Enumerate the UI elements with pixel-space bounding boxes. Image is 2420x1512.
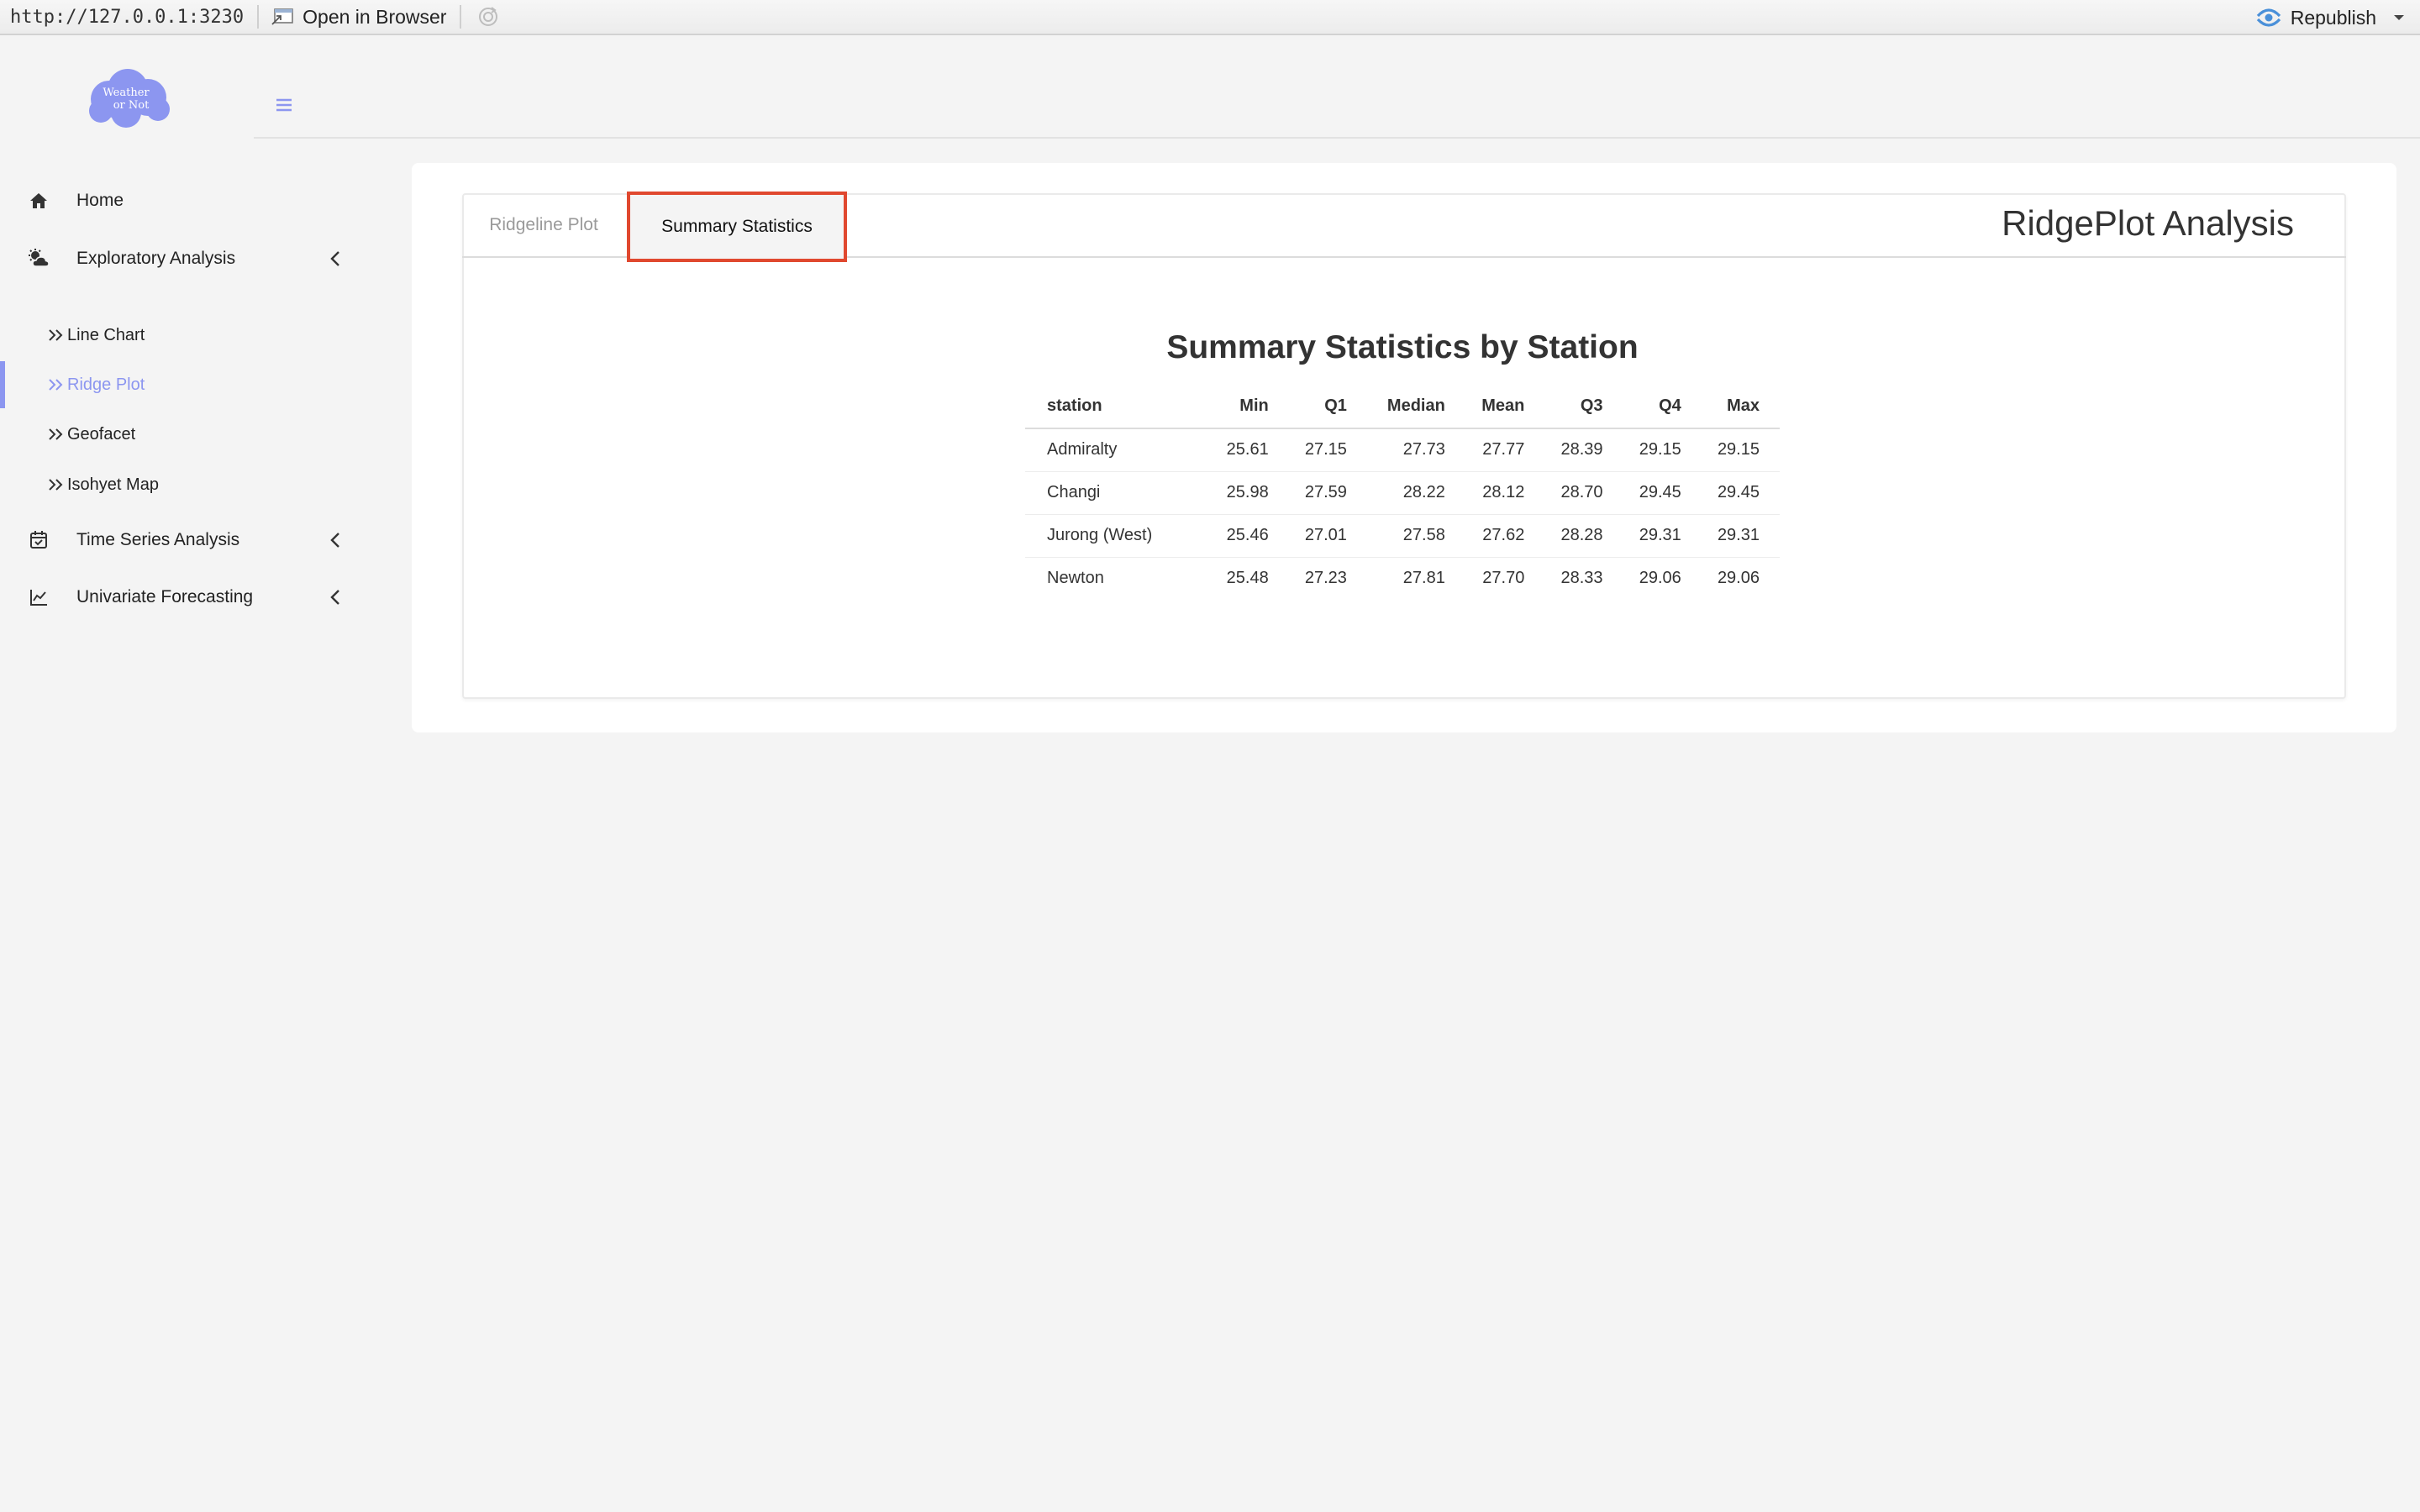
table-cell: 28.39 — [1544, 428, 1623, 472]
sidebar-item-label: Exploratory Analysis — [76, 249, 236, 268]
table-cell: 28.22 — [1366, 471, 1465, 515]
table-cell: 25.98 — [1210, 471, 1289, 515]
republish-button[interactable]: Republish — [2255, 0, 2407, 35]
table-cell: 27.15 — [1288, 428, 1367, 472]
sidebar-item-label: Time Series Analysis — [76, 530, 240, 549]
table-cell: 28.70 — [1544, 471, 1623, 515]
table-cell: Changi — [1025, 471, 1211, 515]
double-chevron-right-icon — [49, 329, 63, 341]
double-chevron-right-icon — [49, 428, 63, 440]
table-cell: 29.45 — [1623, 471, 1702, 515]
table-cell: 28.12 — [1465, 471, 1545, 515]
sidebar-subitem-line-chart[interactable]: Line Chart — [0, 312, 361, 359]
column-header: Median — [1366, 385, 1465, 429]
table-cell: 28.33 — [1560, 569, 1603, 588]
column-header: Mean — [1465, 385, 1545, 429]
table-cell: 29.31 — [1701, 514, 1780, 558]
sidebar-subitem-label: Ridge Plot — [67, 375, 145, 394]
table-row: Jurong (West) 25.46 27.01 27.58 27.62 28… — [1025, 514, 1780, 558]
table-row: Admiralty 25.61 27.15 27.73 27.77 28.39 … — [1025, 428, 1780, 472]
table-row: Changi 25.98 27.59 28.22 28.12 28.70 29.… — [1025, 471, 1780, 515]
table-cell: 29.06 — [1639, 569, 1681, 588]
table-cell: 27.70 — [1482, 569, 1525, 588]
sidebar-item-time-series-analysis[interactable]: Time Series Analysis — [0, 515, 361, 565]
republish-label: Republish — [2290, 6, 2376, 29]
table-cell: 25.48 — [1226, 569, 1269, 588]
table-row: Newton 25.48 27.23 27.81 27.70 28.33 29.… — [1025, 557, 1780, 600]
table-cell: 29.06 — [1717, 569, 1760, 588]
panel-title: RidgePlot Analysis — [2002, 203, 2294, 243]
sidebar-subitem-geofacet[interactable]: Geofacet — [0, 411, 361, 458]
column-header: Q3 — [1544, 385, 1623, 429]
url-label: http://127.0.0.1:3230 — [10, 6, 245, 28]
table-cell: 29.15 — [1701, 428, 1780, 472]
table-cell: 29.15 — [1623, 428, 1702, 472]
table-cell: 25.61 — [1210, 428, 1289, 472]
column-header: Min — [1210, 385, 1289, 429]
sidebar-item-label: Univariate Forecasting — [76, 587, 254, 606]
caret-down-icon[interactable] — [2391, 13, 2407, 23]
table-cell: 27.62 — [1465, 514, 1545, 558]
chevron-left-icon — [330, 251, 339, 266]
table-cell: Jurong (West) — [1025, 514, 1211, 558]
home-icon — [30, 193, 47, 208]
svg-text:or Not: or Not — [113, 99, 150, 112]
open-in-browser-label: Open in Browser — [302, 5, 447, 28]
sidebar-subitem-ridge-plot[interactable]: Ridge Plot — [0, 361, 361, 408]
column-header: station — [1025, 385, 1211, 429]
summary-statistics-table: station Min Q1 Median Mean Q3 Q4 Max Adm… — [1025, 385, 1780, 600]
refresh-icon[interactable] — [476, 5, 500, 29]
column-header: Q1 — [1288, 385, 1367, 429]
open-in-browser-icon — [271, 8, 293, 25]
column-header: Max — [1701, 385, 1780, 429]
table-cell: 29.31 — [1623, 514, 1702, 558]
cloud-sun-icon — [29, 249, 50, 267]
table-cell: 27.01 — [1288, 514, 1367, 558]
table-cell: Newton — [1047, 569, 1104, 588]
viewer-toolbar: http://127.0.0.1:3230 Open in Browser Re… — [0, 0, 2420, 35]
table-header-row: station Min Q1 Median Mean Q3 Q4 Max — [1025, 385, 1780, 429]
svg-text:Weather: Weather — [103, 87, 150, 99]
hamburger-menu-icon[interactable] — [274, 96, 294, 114]
double-chevron-right-icon — [49, 379, 63, 391]
toolbar-divider — [460, 5, 462, 29]
sidebar: Weather or Not Home Exploratory Analysis… — [0, 37, 339, 1512]
table-cell: 27.23 — [1304, 569, 1347, 588]
sidebar-subitem-label: Geofacet — [67, 424, 136, 444]
table-cell: 25.46 — [1210, 514, 1289, 558]
table-cell: 27.59 — [1288, 471, 1367, 515]
table-cell: 27.58 — [1366, 514, 1465, 558]
table-cell: Admiralty — [1025, 428, 1211, 472]
line-chart-icon — [30, 590, 47, 606]
sidebar-subitem-label: Isohyet Map — [67, 475, 159, 494]
toolbar-divider — [257, 5, 260, 29]
sidebar-item-univariate-forecasting[interactable]: Univariate Forecasting — [0, 572, 361, 622]
header-divider — [254, 137, 2420, 139]
table-cell: 28.28 — [1544, 514, 1623, 558]
sidebar-item-label: Home — [76, 191, 124, 210]
table-cell: 27.77 — [1465, 428, 1545, 472]
table-cell: 27.81 — [1402, 569, 1445, 588]
double-chevron-right-icon — [49, 479, 63, 491]
table-cell: 29.45 — [1701, 471, 1780, 515]
sidebar-subitem-isohyet-map[interactable]: Isohyet Map — [0, 461, 361, 508]
table-cell: 27.73 — [1366, 428, 1465, 472]
sidebar-item-home[interactable]: Home — [0, 176, 361, 226]
table-title: Summary Statistics by Station — [1166, 329, 1639, 365]
weather-or-not-logo[interactable]: Weather or Not — [84, 66, 171, 129]
sidebar-subitem-label: Line Chart — [67, 325, 145, 344]
chevron-left-icon — [330, 590, 339, 605]
tab-summary-statistics[interactable]: Summary Statistics — [627, 192, 847, 262]
chevron-left-icon — [330, 533, 339, 548]
sidebar-item-exploratory-analysis[interactable]: Exploratory Analysis — [0, 234, 361, 284]
column-header: Q4 — [1623, 385, 1702, 429]
calendar-check-icon — [30, 531, 47, 549]
tab-ridgeline-plot[interactable]: Ridgeline Plot — [476, 193, 612, 257]
open-in-browser-button[interactable]: Open in Browser — [271, 6, 446, 29]
republish-icon — [2256, 8, 2281, 27]
